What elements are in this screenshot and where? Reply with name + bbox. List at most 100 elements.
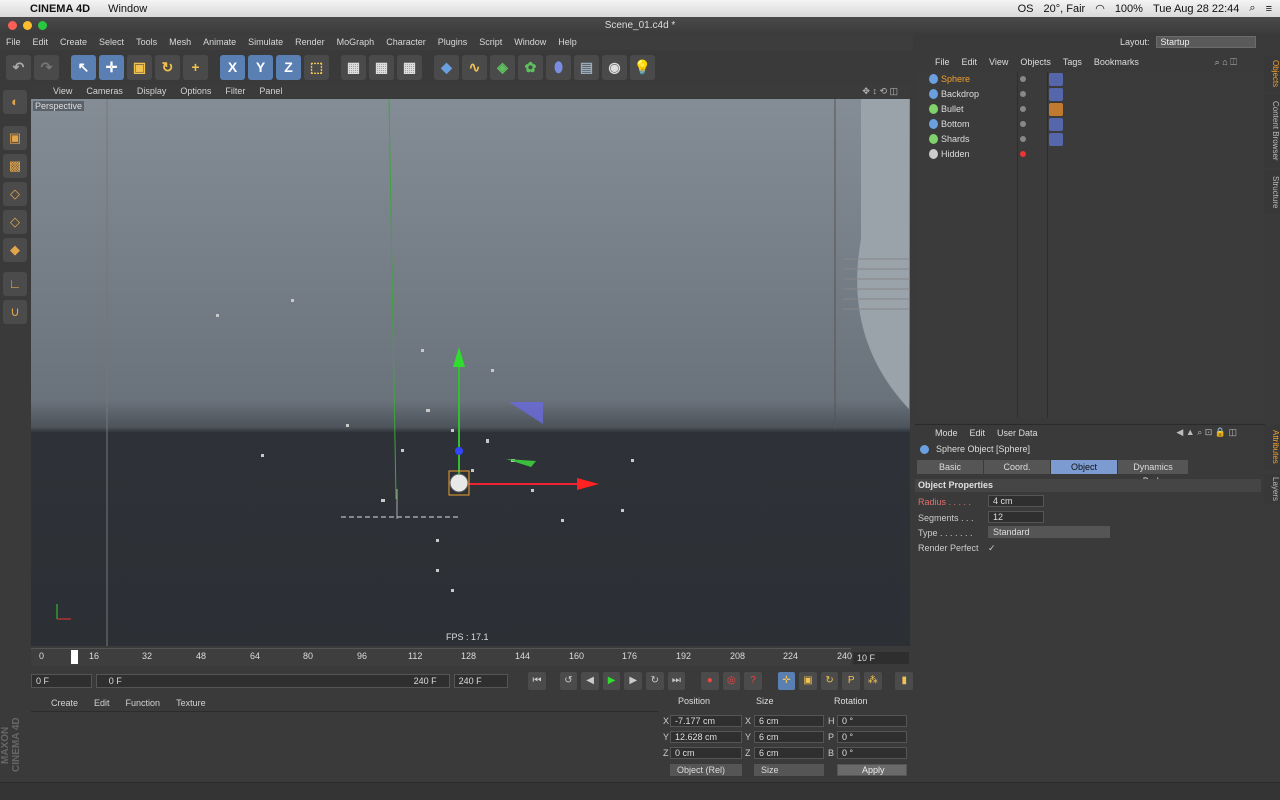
menu-plugins[interactable]: Plugins: [432, 37, 474, 47]
spotlight-icon[interactable]: ⌕: [1249, 2, 1255, 15]
object-row-sphere[interactable]: Sphere: [915, 72, 1262, 87]
play-icon[interactable]: ▶: [602, 672, 621, 690]
record-icon[interactable]: ●: [701, 672, 719, 690]
frame-range-slider[interactable]: 0 F 240 F: [95, 674, 450, 688]
attr-menu-edit[interactable]: Edit: [964, 428, 992, 438]
vp-menu-view[interactable]: View: [47, 86, 78, 96]
autokey-icon[interactable]: ◎: [722, 672, 741, 690]
tab-attributes[interactable]: Attributes: [1264, 424, 1280, 470]
obj-menu-edit[interactable]: Edit: [956, 57, 984, 67]
menu-create[interactable]: Create: [54, 37, 93, 47]
mat-menu-create[interactable]: Create: [45, 698, 84, 708]
obj-menu-objects[interactable]: Objects: [1014, 57, 1057, 67]
tag-icon[interactable]: [1049, 133, 1063, 146]
menu-script[interactable]: Script: [473, 37, 508, 47]
render-view-icon[interactable]: ▦: [341, 54, 366, 80]
menu-tools[interactable]: Tools: [130, 37, 163, 47]
object-row-bottom[interactable]: Bottom: [915, 117, 1262, 132]
edges-mode-icon[interactable]: ◇: [3, 210, 27, 234]
tab-structure[interactable]: Structure: [1264, 170, 1280, 214]
mat-menu-edit[interactable]: Edit: [88, 698, 116, 708]
scale-icon[interactable]: ▣: [127, 54, 152, 80]
record-parameter-icon[interactable]: P: [842, 672, 860, 690]
redo-icon[interactable]: ↷: [34, 54, 59, 80]
timeline-ruler[interactable]: 0 16 32 48 64 80 96 112 128 144 160 176 …: [31, 648, 852, 666]
menu-window[interactable]: Window: [508, 37, 552, 47]
viewport-nav-icons[interactable]: ✥ ↕ ⟲ ◫: [856, 86, 904, 97]
deformer-icon[interactable]: ⬮: [546, 54, 571, 80]
next-key-icon[interactable]: ↻: [646, 672, 664, 690]
timeline-layout-icon[interactable]: ▮: [895, 672, 914, 690]
menu-edit[interactable]: Edit: [27, 37, 55, 47]
subdivision-icon[interactable]: ◈: [490, 54, 515, 80]
menu-simulate[interactable]: Simulate: [242, 37, 289, 47]
status-clock[interactable]: Tue Aug 28 22:44: [1153, 3, 1239, 15]
vp-menu-panel[interactable]: Panel: [253, 86, 288, 96]
position-x-field[interactable]: -7.177 cm: [670, 715, 742, 727]
minimize-icon[interactable]: [23, 21, 32, 30]
obj-menu-bookmarks[interactable]: Bookmarks: [1088, 57, 1145, 67]
position-z-field[interactable]: 0 cm: [670, 747, 742, 759]
menu-mesh[interactable]: Mesh: [163, 37, 197, 47]
vp-menu-options[interactable]: Options: [174, 86, 217, 96]
size-z-field[interactable]: 6 cm: [754, 747, 824, 759]
record-scale-icon[interactable]: ▣: [799, 672, 817, 690]
status-battery[interactable]: 100%: [1115, 3, 1143, 15]
prev-frame-icon[interactable]: ◀: [581, 672, 599, 690]
coordinate-system-icon[interactable]: ⬚: [304, 54, 329, 80]
obj-menu-view[interactable]: View: [983, 57, 1014, 67]
tab-coord[interactable]: Coord.: [984, 460, 1050, 474]
app-name[interactable]: CINEMA 4D: [30, 3, 90, 15]
rotate-icon[interactable]: ↻: [155, 54, 180, 80]
size-y-field[interactable]: 6 cm: [754, 731, 824, 743]
model-mode-icon[interactable]: ▣: [3, 126, 27, 150]
obj-menu-tags[interactable]: Tags: [1057, 57, 1088, 67]
rotation-p-field[interactable]: 0 °: [837, 731, 907, 743]
axis-mode-icon[interactable]: ∟: [3, 272, 27, 296]
rotation-h-field[interactable]: 0 °: [837, 715, 907, 727]
render-picture-viewer-icon[interactable]: ▦: [369, 54, 394, 80]
object-row-shards[interactable]: Shards: [915, 132, 1262, 147]
keyframe-selection-icon[interactable]: ?: [744, 672, 762, 690]
render-perfect-checkbox[interactable]: ✓: [988, 543, 996, 554]
zoom-icon[interactable]: [38, 21, 47, 30]
light-icon[interactable]: 💡: [630, 54, 655, 80]
obj-search-icon[interactable]: ⌕ ⌂ ◫: [1209, 57, 1243, 68]
visibility-dot[interactable]: [1020, 121, 1026, 127]
coord-mode-dropdown[interactable]: Object (Rel): [670, 764, 742, 776]
attr-nav-icons[interactable]: ◀ ▲ ⌕ ⊡ 🔒 ◫: [1170, 427, 1243, 438]
tag-icon[interactable]: [1049, 118, 1063, 131]
tag-icon[interactable]: [1049, 73, 1063, 86]
menu-character[interactable]: Character: [380, 37, 432, 47]
go-to-start-icon[interactable]: ⏮: [528, 672, 546, 690]
floor-icon[interactable]: ▤: [574, 54, 599, 80]
tab-basic[interactable]: Basic: [917, 460, 983, 474]
visibility-dot[interactable]: [1020, 106, 1026, 112]
points-mode-icon[interactable]: ◇: [3, 182, 27, 206]
tab-object[interactable]: Object: [1051, 460, 1117, 474]
material-area[interactable]: [31, 711, 658, 779]
visibility-dot[interactable]: [1020, 91, 1026, 97]
texture-mode-icon[interactable]: ▩: [3, 154, 27, 178]
object-row-bullet[interactable]: Bullet: [915, 102, 1262, 117]
position-y-field[interactable]: 12.628 cm: [670, 731, 742, 743]
next-frame-icon[interactable]: ▶: [624, 672, 643, 690]
menu-help[interactable]: Help: [552, 37, 583, 47]
record-rotation-icon[interactable]: ↻: [820, 672, 839, 690]
type-dropdown[interactable]: Standard: [988, 526, 1110, 538]
move-icon[interactable]: ✛: [99, 54, 124, 80]
object-row-hidden[interactable]: Hidden: [915, 147, 1262, 162]
vp-menu-cameras[interactable]: Cameras: [80, 86, 129, 96]
z-axis-icon[interactable]: Z: [276, 54, 301, 80]
snap-icon[interactable]: ∪: [3, 300, 27, 324]
tag-icon[interactable]: [1049, 103, 1063, 116]
size-x-field[interactable]: 6 cm: [754, 715, 824, 727]
apply-button[interactable]: Apply: [837, 764, 907, 776]
menu-render[interactable]: Render: [289, 37, 331, 47]
object-row-backdrop[interactable]: Backdrop: [915, 87, 1262, 102]
close-icon[interactable]: [8, 21, 17, 30]
status-os[interactable]: OS: [1018, 3, 1034, 15]
segments-field[interactable]: 12: [988, 511, 1044, 523]
record-position-icon[interactable]: ✛: [777, 672, 796, 690]
visibility-dot[interactable]: [1020, 151, 1026, 157]
